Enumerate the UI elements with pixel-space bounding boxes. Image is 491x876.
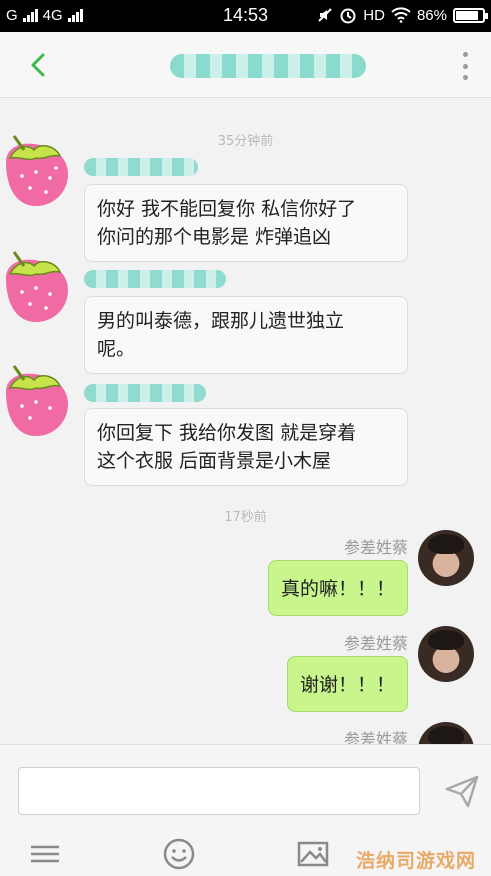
message-list[interactable]: 35分钟前 你好 我不能回复你 私信你好了 你问的那个电影是 炸弹追凶 男的叫泰…: [0, 98, 491, 744]
network-label: HD: [363, 6, 385, 24]
incoming-message[interactable]: 你好 我不能回复你 私信你好了 你问的那个电影是 炸弹追凶: [84, 184, 408, 262]
message-line: 你好 我不能回复你 私信你好了: [97, 198, 357, 220]
image-icon[interactable]: [296, 837, 330, 871]
sender-name-redacted: [84, 384, 206, 402]
strawberry-avatar[interactable]: [0, 128, 70, 208]
emoji-icon[interactable]: [162, 837, 196, 871]
battery-fill: [456, 10, 479, 20]
incoming-message[interactable]: 男的叫泰德，跟那儿遗世独立 呢。: [84, 296, 408, 374]
user-avatar[interactable]: [418, 722, 474, 744]
strawberry-avatar[interactable]: [0, 244, 70, 324]
watermark: 浩纳司游戏网: [356, 850, 477, 872]
conversation-title-redacted: [170, 54, 366, 78]
message-input[interactable]: [18, 767, 420, 815]
sender-name: 参差姓蔡: [343, 538, 408, 557]
message-line: 你回复下 我给你发图 就是穿着: [97, 422, 357, 444]
user-avatar[interactable]: [418, 530, 474, 586]
mute-icon: [318, 8, 333, 22]
message-line: 男的叫泰德，跟那儿遗世独立: [97, 310, 345, 332]
sender-name: 参差姓蔡: [343, 730, 408, 744]
sender-name-redacted: [84, 270, 226, 288]
title-bar: [0, 32, 491, 98]
strawberry-avatar[interactable]: [0, 358, 70, 438]
message-line: 呢。: [97, 338, 136, 360]
timestamp: 35分钟前: [217, 134, 274, 149]
timestamp: 17秒前: [224, 510, 267, 525]
incoming-message[interactable]: 你回复下 我给你发图 就是穿着 这个衣服 后面背景是小木屋: [84, 408, 408, 486]
keyboard-icon[interactable]: [28, 837, 62, 871]
user-avatar[interactable]: [418, 626, 474, 682]
more-vertical-icon[interactable]: [461, 52, 469, 80]
outgoing-message[interactable]: 真的嘛！！！: [267, 560, 408, 616]
alarm-icon: [340, 8, 356, 24]
send-icon[interactable]: [444, 773, 480, 809]
battery-icon: [453, 7, 488, 23]
sender-name-redacted: [84, 158, 198, 176]
battery-percent: 86%: [416, 6, 447, 24]
wifi-icon: [391, 7, 411, 23]
status-icons: HD 86%: [317, 6, 488, 24]
message-line: 这个衣服 后面背景是小木屋: [97, 450, 332, 472]
message-line: 你问的那个电影是 炸弹追凶: [97, 226, 332, 248]
outgoing-message[interactable]: 谢谢！！！: [286, 656, 408, 712]
sender-name: 参差姓蔡: [343, 634, 408, 653]
chevron-left-icon[interactable]: [22, 48, 56, 82]
status-bar: G 4G 14:53 HD 86%: [0, 0, 491, 32]
